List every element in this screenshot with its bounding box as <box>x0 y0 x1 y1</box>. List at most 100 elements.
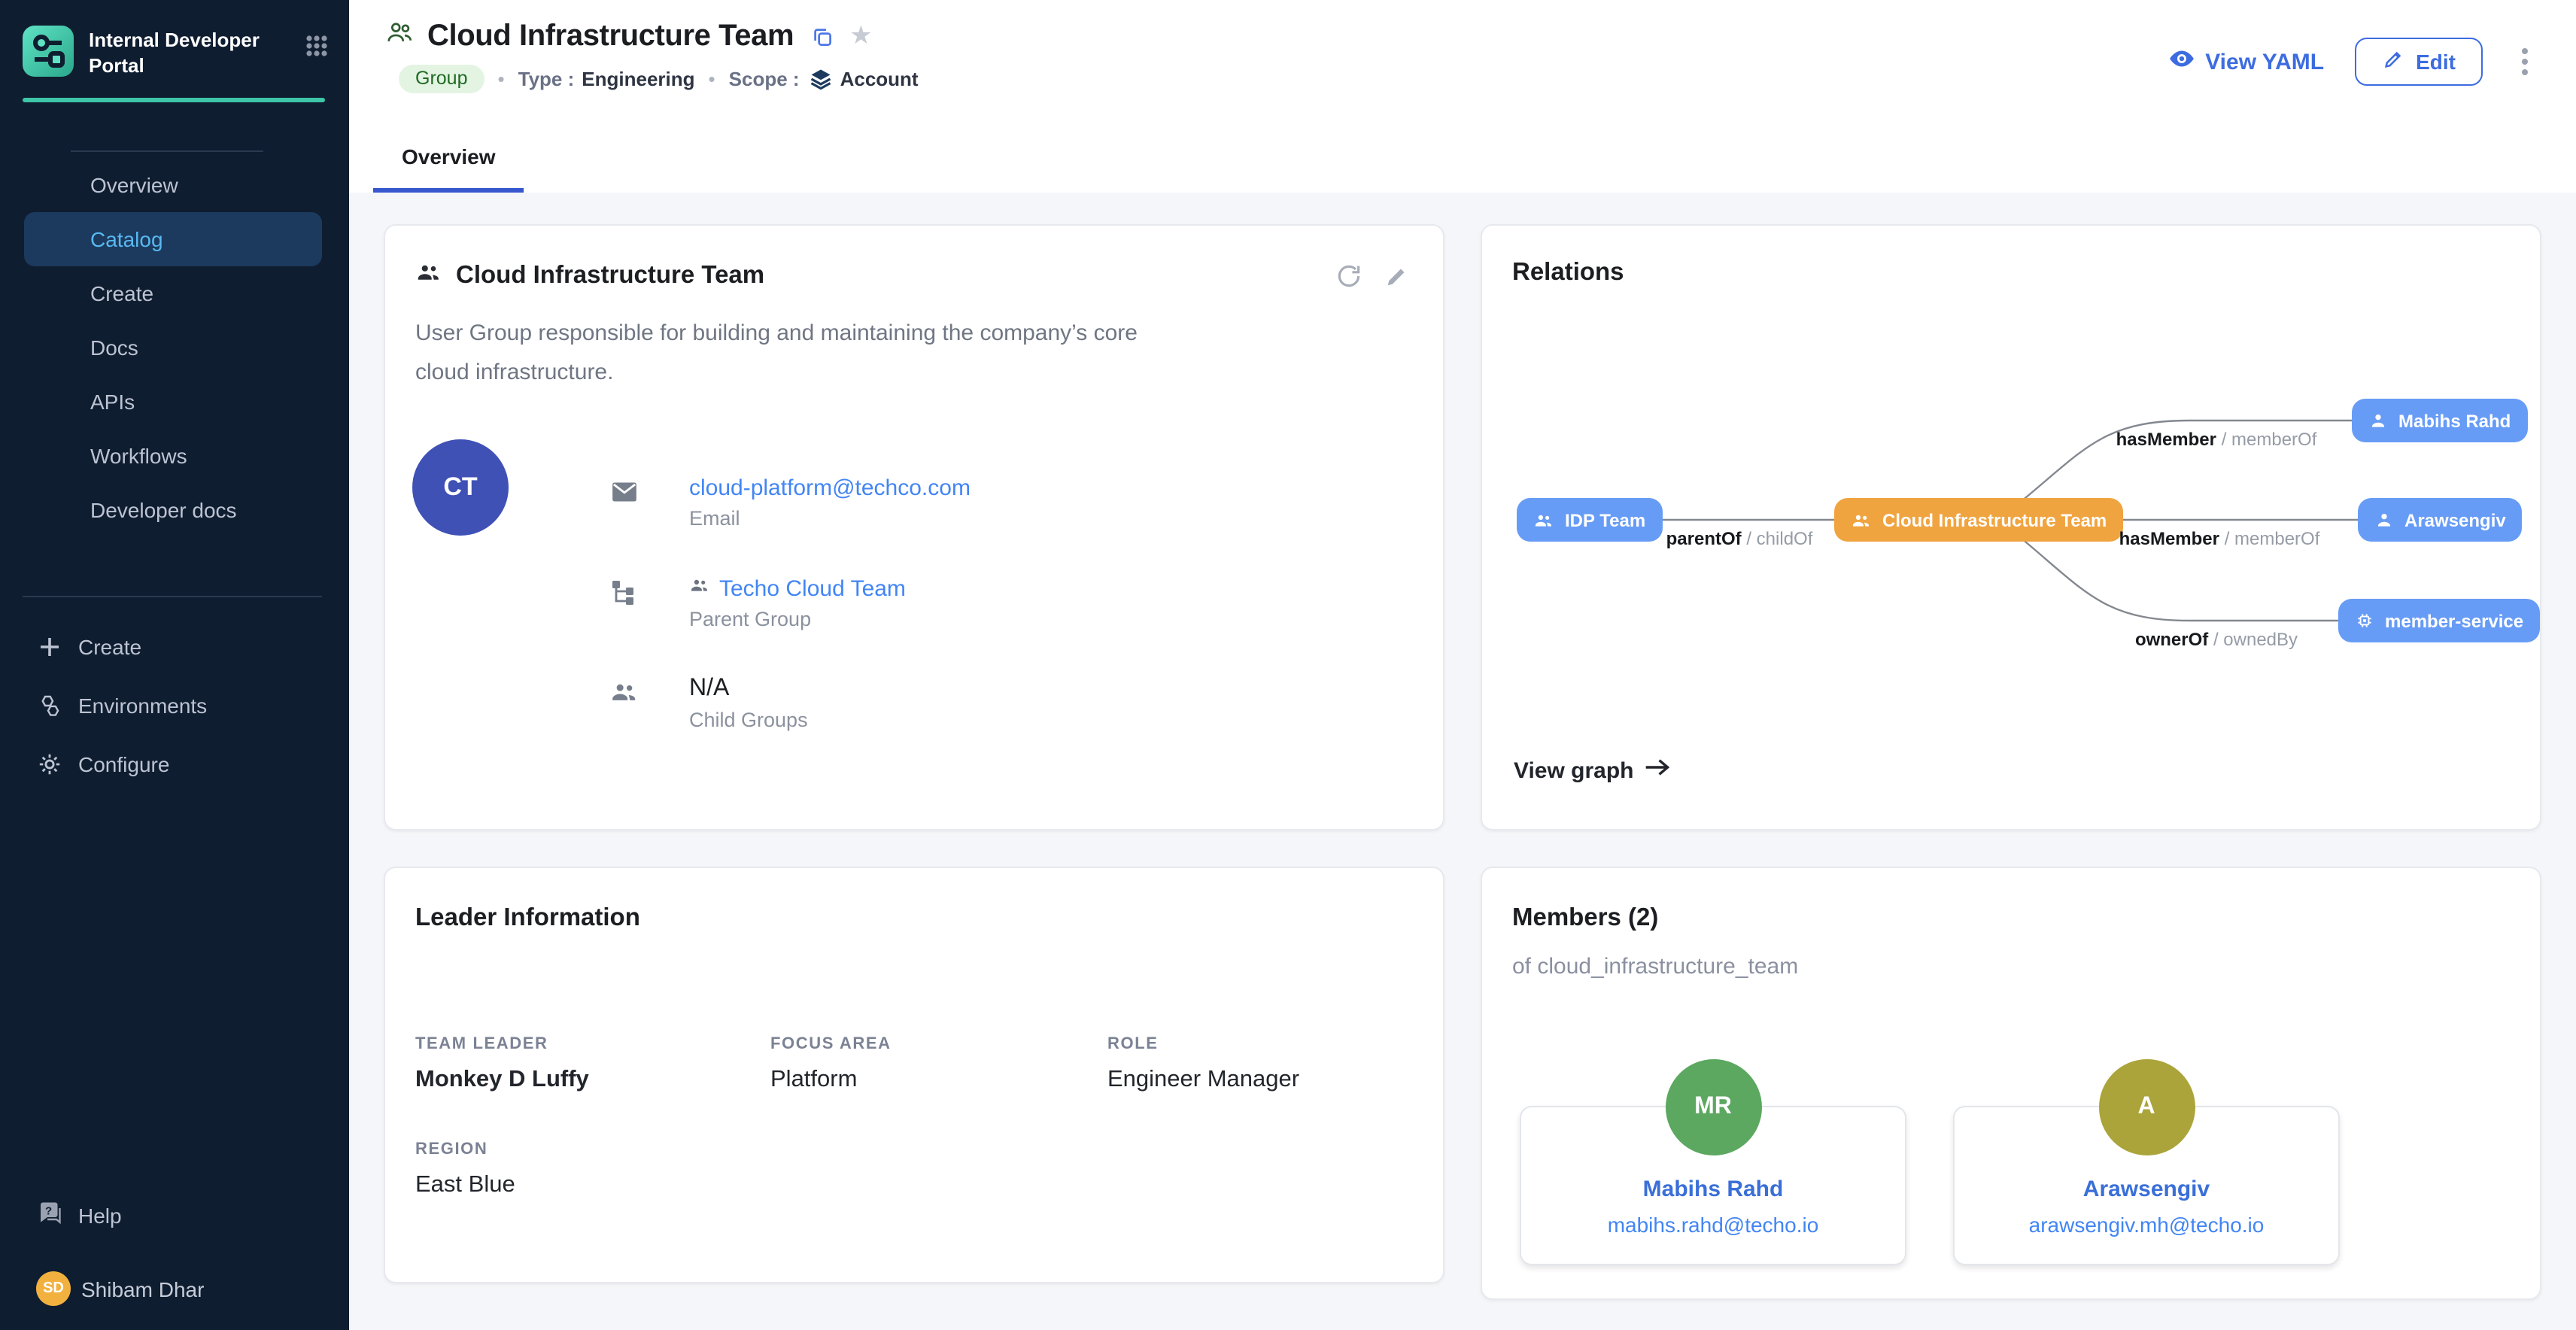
sidebar-item-docs[interactable]: Docs <box>24 320 322 375</box>
email-label: Email <box>689 507 971 530</box>
group-icon <box>385 18 414 54</box>
tab-overview[interactable]: Overview <box>373 144 524 193</box>
team-email-link[interactable]: cloud-platform@techco.com <box>689 475 971 501</box>
view-graph-label: View graph <box>1514 758 1634 783</box>
idp-logo-icon <box>23 26 74 77</box>
about-title: Cloud Infrastructure Team <box>456 262 764 290</box>
sidebar-actions: Create Environments Conf <box>0 618 349 794</box>
sidebar-action-create[interactable]: Create <box>0 618 349 677</box>
small-group-icon <box>689 575 710 602</box>
sidebar: Internal Developer Portal Overview Catal… <box>0 0 349 1330</box>
members-title: Members (2) <box>1512 904 1658 931</box>
sidebar-item-apis[interactable]: APIs <box>24 375 322 429</box>
member-email-link[interactable]: mabihs.rahd@techo.io <box>1521 1213 1905 1237</box>
field-value: East Blue <box>415 1172 770 1199</box>
graph-node-arawsengiv[interactable]: Arawsengiv <box>2358 498 2523 542</box>
edit-pencil-icon[interactable] <box>1380 260 1413 293</box>
edit-button[interactable]: Edit <box>2354 38 2483 86</box>
graph-node-mabihs-rahd[interactable]: Mabihs Rahd <box>2352 399 2527 442</box>
member-email-link[interactable]: arawsengiv.mh@techo.io <box>1955 1213 2338 1237</box>
node-label: Mabihs Rahd <box>2398 410 2511 431</box>
nav-divider <box>71 150 263 152</box>
view-yaml-button[interactable]: View YAML <box>2167 45 2324 78</box>
child-groups-label: Child Groups <box>689 709 808 731</box>
field-region: REGION East Blue <box>415 1140 770 1199</box>
sidebar-nav: Overview Catalog Create Docs APIs Workfl… <box>0 158 349 537</box>
sidebar-item-developer-docs[interactable]: Developer docs <box>24 483 322 537</box>
edge-label-ownerof: ownerOf / ownedBy <box>2135 629 2298 650</box>
brand-row: Internal Developer Portal <box>0 0 349 80</box>
member-name-link[interactable]: Mabihs Rahd <box>1521 1177 1905 1202</box>
page-title: Cloud Infrastructure Team <box>427 19 794 53</box>
edge-label-parentof: parentOf / childOf <box>1666 528 1813 549</box>
child-groups-value: N/A <box>689 676 808 703</box>
field-label: TEAM LEADER <box>415 1035 770 1053</box>
node-label: Arawsengiv <box>2404 509 2506 530</box>
envelope-icon <box>609 477 639 507</box>
gear-icon <box>36 752 63 779</box>
member-name-link[interactable]: Arawsengiv <box>1955 1177 2338 1202</box>
sidebar-item-overview[interactable]: Overview <box>24 158 322 212</box>
sidebar-item-create[interactable]: Create <box>24 266 322 320</box>
field-label: FOCUS AREA <box>770 1035 1107 1053</box>
edge-label-hasmember-top: hasMember / memberOf <box>2116 429 2317 450</box>
field-team-leader: TEAM LEADER Monkey D Luffy <box>415 1035 770 1094</box>
sidebar-item-catalog[interactable]: Catalog <box>24 212 322 266</box>
type-value: Engineering <box>582 68 694 90</box>
more-options-icon[interactable] <box>2513 42 2537 81</box>
arrow-right-icon <box>1645 757 1670 784</box>
member-card-mabihs-rahd[interactable]: MR Mabihs Rahd mabihs.rahd@techo.io <box>1520 1106 1906 1265</box>
help-chat-icon: ? <box>36 1199 63 1231</box>
user-avatar: SD <box>36 1271 71 1306</box>
member-card-arawsengiv[interactable]: A Arawsengiv arawsengiv.mh@techo.io <box>1953 1106 2340 1265</box>
graph-node-member-service[interactable]: member-service <box>2338 599 2540 642</box>
favorite-star-icon[interactable]: ★ <box>849 22 873 47</box>
leader-title: Leader Information <box>415 904 640 931</box>
graph-node-idp-team[interactable]: IDP Team <box>1517 498 1662 542</box>
sidebar-action-environments[interactable]: Environments <box>0 677 349 736</box>
node-label: Cloud Infrastructure Team <box>1882 509 2107 530</box>
user-menu[interactable]: SD Shibam Dhar <box>0 1244 349 1330</box>
user-name: Shibam Dhar <box>81 1277 204 1301</box>
edit-label: Edit <box>2416 50 2456 74</box>
email-row: cloud-platform@techco.com Email <box>609 475 971 530</box>
kind-badge: Group <box>399 65 485 93</box>
type-label: Type : <box>518 68 575 90</box>
field-label: ROLE <box>1107 1035 1413 1053</box>
node-label: member-service <box>2385 610 2523 631</box>
edge-label-hasmember-mid: hasMember / memberOf <box>2119 528 2320 549</box>
app-root: Internal Developer Portal Overview Catal… <box>0 0 2576 1330</box>
refresh-icon[interactable] <box>1332 259 1366 293</box>
relations-graph: IDP Team Cloud Infrastructure Team Mabih… <box>1482 226 2540 829</box>
brand-title: Internal Developer Portal <box>89 26 290 80</box>
help-label: Help <box>78 1203 122 1227</box>
action-label: Environments <box>78 694 207 718</box>
action-label: Configure <box>78 753 169 777</box>
eye-icon <box>2167 45 2195 78</box>
relations-card: Relations IDP Team Cloud Infrastr <box>1481 224 2541 830</box>
scope-value: Account <box>840 68 919 90</box>
sidebar-help[interactable]: ? Help <box>0 1186 349 1244</box>
hierarchy-icon <box>609 576 639 606</box>
member-avatar: A <box>2098 1059 2195 1155</box>
node-label: IDP Team <box>1565 509 1645 530</box>
parent-group-name: Techo Cloud Team <box>719 575 906 601</box>
sidebar-action-configure[interactable]: Configure <box>0 736 349 794</box>
parent-group-link[interactable]: Techo Cloud Team <box>689 575 906 602</box>
sidebar-divider <box>23 596 322 597</box>
field-value: Platform <box>770 1067 1107 1094</box>
page-header: Cloud Infrastructure Team ★ Group • Type <box>349 0 2576 193</box>
child-groups-row: N/A Child Groups <box>609 676 971 731</box>
view-graph-link[interactable]: View graph <box>1514 757 1670 784</box>
graph-node-cloud-infrastructure-team[interactable]: Cloud Infrastructure Team <box>1834 498 2123 542</box>
team-avatar: CT <box>412 439 509 536</box>
sidebar-item-workflows[interactable]: Workflows <box>24 429 322 483</box>
content-area: Cloud Infrastructure Team User <box>349 193 2576 1330</box>
app-grid-icon[interactable] <box>305 35 328 65</box>
people-icon <box>609 677 639 707</box>
action-label: Create <box>78 636 141 660</box>
field-value: Engineer Manager <box>1107 1067 1413 1094</box>
team-icon <box>415 259 442 293</box>
about-description: User Group responsible for building and … <box>415 314 1190 391</box>
copy-icon[interactable] <box>807 22 836 50</box>
